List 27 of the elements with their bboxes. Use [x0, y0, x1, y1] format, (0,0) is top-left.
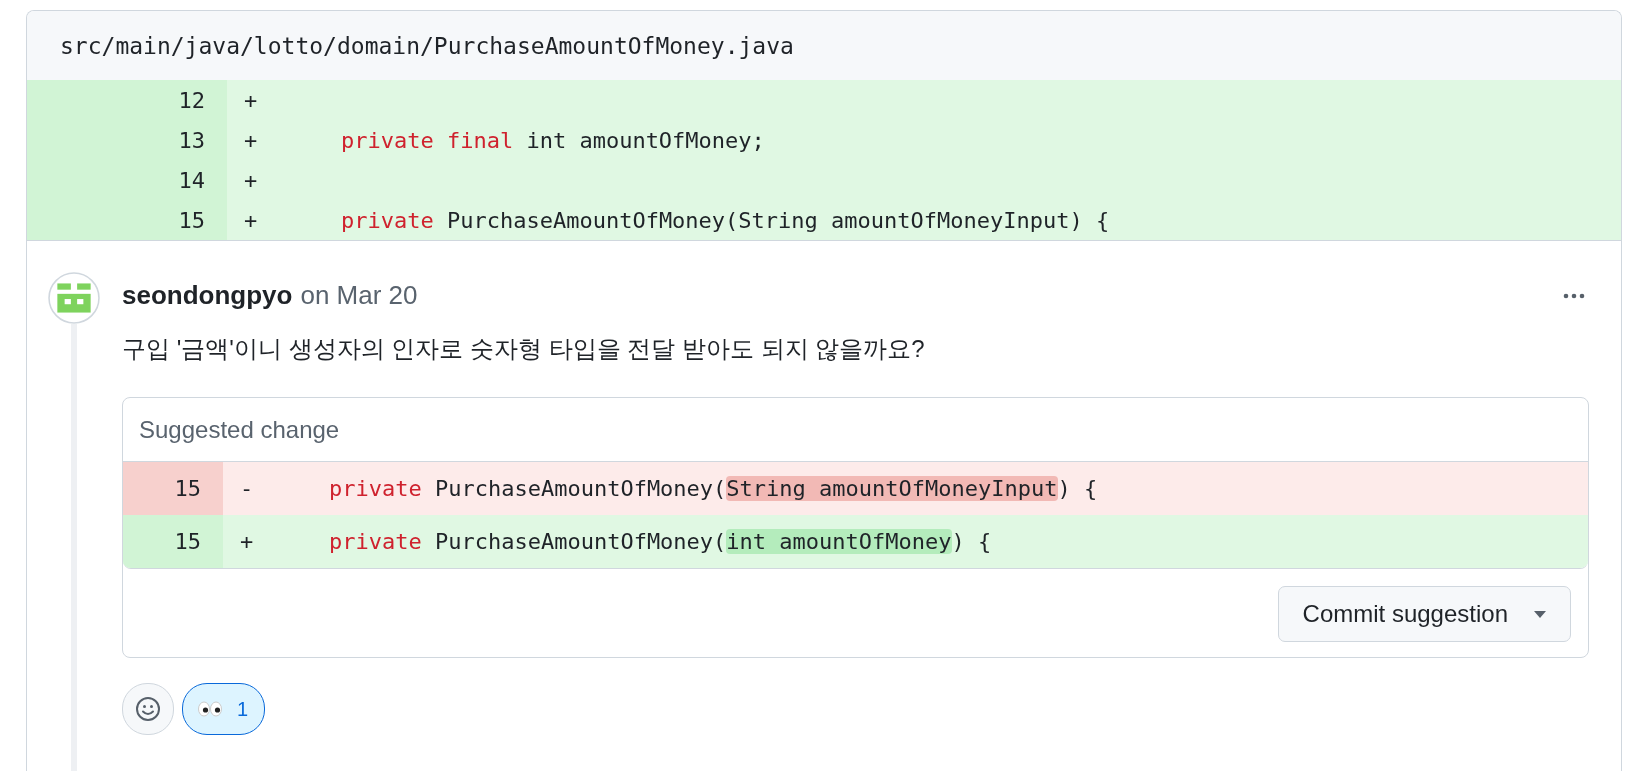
comment-author[interactable]: seondongpyo — [122, 280, 293, 311]
eyes-icon — [197, 701, 223, 717]
comment-text: 구입 '금액'이니 생성자의 인자로 숫자형 타입을 전달 받아도 되지 않을까요? — [122, 334, 926, 364]
line-number: 13 — [27, 120, 227, 160]
line-number: 15 — [123, 515, 223, 568]
diff-sign: + — [243, 87, 259, 113]
add-reaction-button[interactable] — [122, 683, 174, 735]
line-number: 15 — [123, 462, 223, 515]
diff-sign: - — [239, 476, 255, 501]
diff-sign: + — [243, 127, 259, 153]
line-number: 15 — [27, 200, 227, 240]
avatar-icon — [48, 272, 100, 324]
diff-sign: + — [239, 529, 255, 554]
file-path: src/main/java/lotto/domain/PurchaseAmountOfMoney.java — [60, 32, 794, 59]
smiley-icon — [135, 696, 161, 722]
comment-date: on Mar 20 — [300, 280, 418, 311]
code-line: private final int amountOfMoney; — [340, 127, 765, 153]
line-number: 14 — [27, 160, 227, 200]
caret-icon — [1534, 610, 1546, 618]
commit-suggestion-button[interactable]: Commit suggestion — [1277, 586, 1571, 642]
diff-sign: + — [243, 207, 259, 233]
code-line: private PurchaseAmountOfMoney(String amountOfMoneyInput) { — [328, 476, 1098, 501]
reaction-button[interactable]: 1 — [182, 683, 266, 735]
code-line: private PurchaseAmountOfMoney(String amountOfMoneyInput) { — [340, 207, 1110, 233]
code-line: private PurchaseAmountOfMoney(int amountOfMoney) { — [328, 529, 992, 554]
line-number: 12 — [27, 80, 227, 120]
diff-sign: + — [243, 167, 259, 193]
